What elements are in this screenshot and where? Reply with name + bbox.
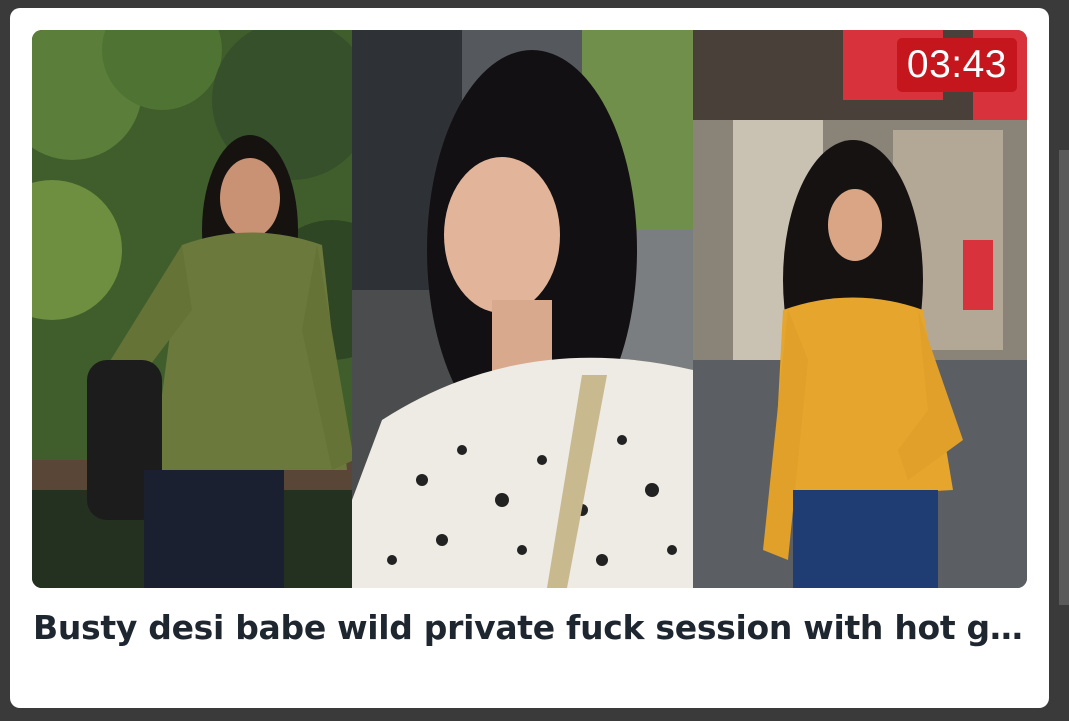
thumbnail-panel-3	[693, 30, 1027, 588]
thumbnail-panel-2	[352, 30, 693, 588]
scrollbar[interactable]	[1059, 150, 1069, 605]
duration-badge: 03:43	[896, 38, 1017, 92]
video-thumbnail[interactable]: 03:43	[32, 30, 1027, 588]
thumbnail-panel-1	[32, 30, 352, 588]
video-title[interactable]: Busty desi babe wild private fuck sessio…	[33, 608, 1028, 647]
video-card[interactable]: 03:43 Busty desi babe wild private fuck …	[10, 8, 1049, 708]
page: 03:43 Busty desi babe wild private fuck …	[0, 0, 1069, 721]
